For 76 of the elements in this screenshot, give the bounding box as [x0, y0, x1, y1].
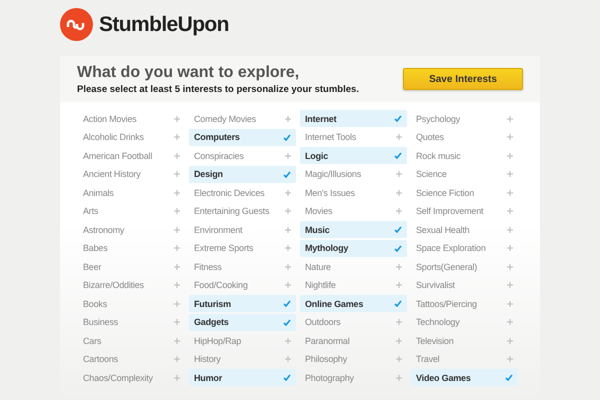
interest-item[interactable]: Science	[411, 166, 518, 182]
interest-item[interactable]: Cartoons	[78, 350, 185, 368]
interest-item[interactable]: Conspiracies	[189, 147, 296, 164]
interest-item[interactable]: Internet Tools	[300, 128, 407, 146]
interest-item[interactable]: Astronomy	[78, 221, 185, 238]
interest-item[interactable]: Music	[300, 221, 407, 238]
interest-item[interactable]: HipHop/Rap	[189, 332, 296, 349]
interest-item[interactable]: Men's Issues	[300, 184, 407, 201]
check-icon	[283, 318, 291, 326]
check-icon	[394, 226, 402, 233]
interest-item[interactable]: Rock music	[411, 147, 518, 164]
interest-item[interactable]: Cars	[78, 332, 185, 349]
interest-item[interactable]: Philosophy	[300, 350, 407, 368]
interest-item[interactable]: Action Movies	[78, 110, 185, 127]
interest-item[interactable]: Animals	[78, 184, 185, 201]
interest-item[interactable]: Humor	[189, 369, 296, 386]
interest-item[interactable]: Science Fiction	[411, 184, 518, 201]
brand-name: StumbleUpon	[99, 12, 229, 36]
interest-item[interactable]: Gadgets	[189, 314, 296, 330]
interest-item[interactable]: Babes	[78, 240, 185, 256]
interest-item[interactable]: Outdoors	[300, 314, 407, 330]
interest-item[interactable]: Arts	[78, 202, 185, 220]
interest-item[interactable]: Quotes	[411, 128, 518, 146]
interest-item[interactable]: Magic/Illusions	[300, 166, 407, 182]
check-icon	[394, 115, 402, 122]
interest-item[interactable]: Bizarre/Oddities	[78, 276, 185, 294]
interest-item[interactable]: Mythology	[300, 240, 407, 256]
interest-item[interactable]: Technology	[411, 314, 518, 330]
interest-item[interactable]: Video Games	[411, 369, 518, 386]
interest-item[interactable]: Self Improvement	[411, 202, 518, 220]
interest-item[interactable]: Tattoos/Piercing	[411, 295, 518, 312]
interest-item[interactable]: Entertaining Guests	[189, 202, 296, 220]
interest-item[interactable]: Space Exploration	[411, 240, 518, 256]
interest-item[interactable]: Comedy Movies	[189, 110, 296, 127]
instructions: Please select at least 5 interests to personalize your stumbles.	[77, 84, 359, 94]
save-button[interactable]: Save Interests	[403, 68, 523, 90]
interest-item[interactable]: Internet	[300, 110, 407, 127]
interest-item[interactable]: Books	[78, 295, 185, 312]
interest-item[interactable]: Design	[189, 166, 296, 182]
check-icon	[505, 374, 513, 381]
check-icon	[283, 300, 291, 307]
interest-item[interactable]: Online Games	[300, 295, 407, 312]
interest-item[interactable]: Movies	[300, 202, 407, 220]
interest-item[interactable]: Chaos/Complexity	[78, 369, 185, 386]
interest-item[interactable]: History	[189, 350, 296, 368]
interest-item[interactable]: Paranormal	[300, 332, 407, 349]
interest-item[interactable]: Alcoholic Drinks	[78, 128, 185, 146]
interest-item[interactable]: Beer	[78, 258, 185, 275]
interest-item[interactable]: Sports(General)	[411, 258, 518, 275]
interest-item[interactable]: Photography	[300, 369, 407, 386]
interest-item[interactable]: Electronic Devices	[189, 184, 296, 201]
interest-item[interactable]: Nature	[300, 258, 407, 275]
interest-item[interactable]: Futurism	[189, 295, 296, 312]
interest-item[interactable]: American Football	[78, 147, 185, 164]
page-title: What do you want to explore,	[77, 64, 300, 82]
interest-item[interactable]: Food/Cooking	[189, 276, 296, 294]
interest-item[interactable]: Nightlife	[300, 276, 407, 294]
interest-item[interactable]: Television	[411, 332, 518, 349]
check-icon	[394, 152, 402, 159]
interest-item[interactable]: Psychology	[411, 110, 518, 127]
interest-item[interactable]: Fitness	[189, 258, 296, 275]
interest-item[interactable]: Survivalist	[411, 276, 518, 294]
interest-item[interactable]: Travel	[411, 350, 518, 368]
check-icon	[283, 374, 291, 381]
interest-item[interactable]: Environment	[189, 221, 296, 238]
check-icon	[283, 134, 291, 140]
check-icon	[394, 244, 402, 252]
interest-item[interactable]: Business	[78, 314, 185, 330]
interest-item[interactable]: Extreme Sports	[189, 240, 296, 256]
interest-item[interactable]: Sexual Health	[411, 221, 518, 238]
check-icon	[283, 170, 291, 178]
interest-item[interactable]: Ancient History	[78, 166, 185, 182]
interest-item[interactable]: Computers	[189, 128, 296, 146]
check-icon	[394, 300, 402, 307]
interest-item[interactable]: Logic	[300, 147, 407, 164]
logo-icon	[60, 8, 93, 41]
